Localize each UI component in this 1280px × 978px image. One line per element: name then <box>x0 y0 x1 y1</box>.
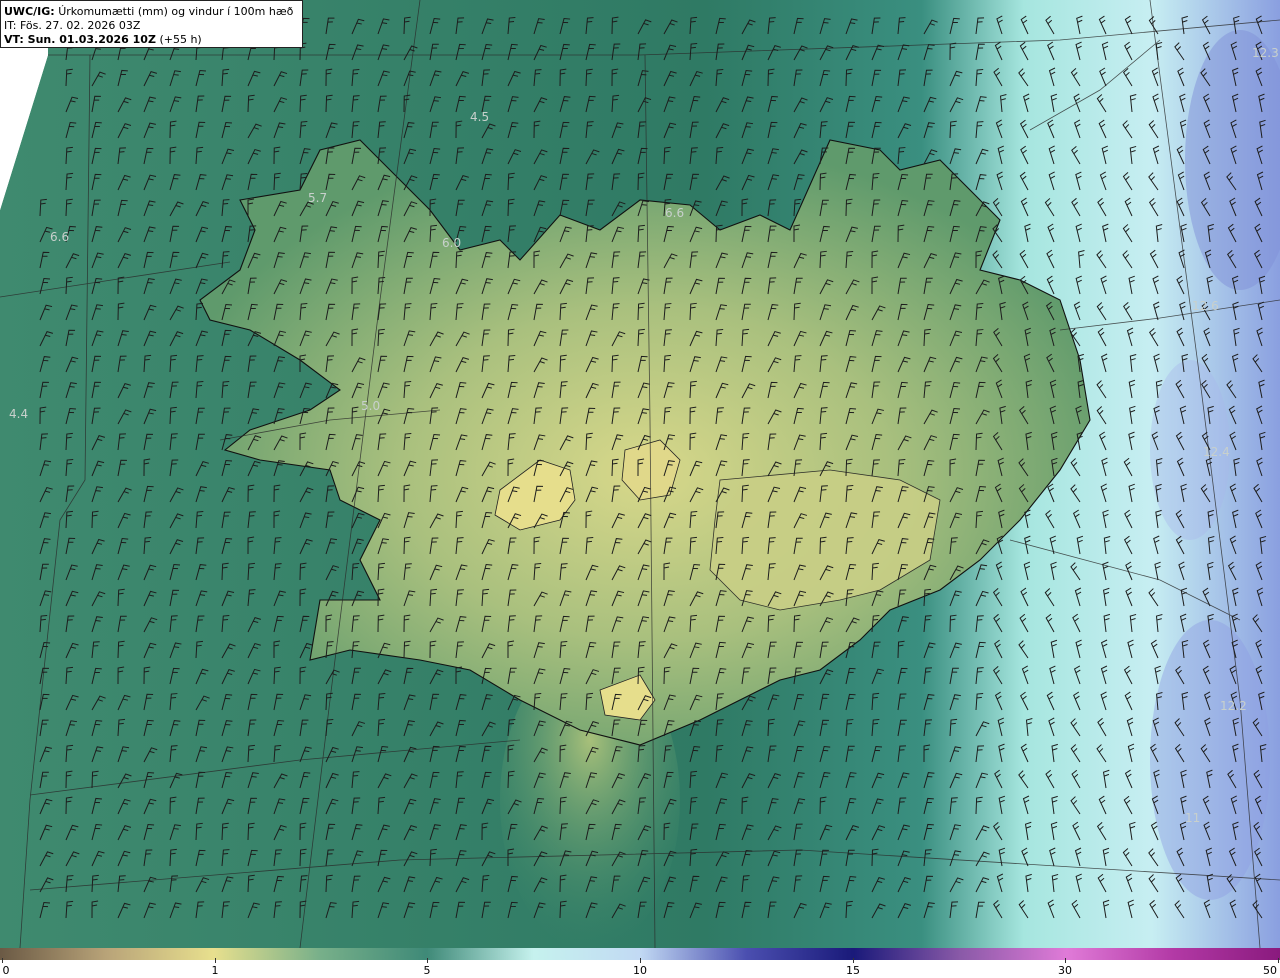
map-label: 4.4 <box>9 407 28 421</box>
map-label: 6.0 <box>442 236 461 250</box>
colorbar-tick <box>853 958 854 963</box>
colorbar-tick-label: 15 <box>846 964 860 977</box>
map-label: 12.4 <box>1203 445 1230 459</box>
map-label: 12.3 <box>1252 46 1279 60</box>
weather-map: 4.5 5.7 6.0 6.6 6.6 4.4 5.0 12.3 12.6 12… <box>0 0 1280 948</box>
colorbar-tick <box>215 958 216 963</box>
colorbar-tick <box>1278 958 1279 963</box>
map-label: 4.5 <box>470 110 489 124</box>
map-label: 5.0 <box>361 399 380 413</box>
forecast-offset: (+55 h) <box>159 33 202 46</box>
colorbar-tick-label: 0 <box>2 964 10 977</box>
colorbar-tick <box>2 958 3 963</box>
map-label: 6.6 <box>50 230 69 244</box>
colorbar-tick-label: 1 <box>211 964 219 977</box>
colorbar-tick <box>640 958 641 963</box>
map-label: 11 <box>1185 811 1200 825</box>
valid-time: VT: Sun. 01.03.2026 10Z <box>4 33 156 46</box>
map-title-box: UWC/IG: Úrkomumætti (mm) og vindur í 100… <box>0 0 303 48</box>
model-name: UWC/IG: <box>4 5 55 18</box>
map-label: 12.2 <box>1220 699 1247 713</box>
colorbar-tick <box>427 958 428 963</box>
colorbar-tick-label: 50 <box>1263 964 1277 977</box>
colorbar-tick <box>1065 958 1066 963</box>
colorbar-tick-label: 30 <box>1058 964 1072 977</box>
issue-time: IT: Fös. 27. 02. 2026 03Z <box>4 19 141 32</box>
map-label: 5.7 <box>308 191 327 205</box>
map-label: 12.6 <box>1192 299 1219 313</box>
colorbar-tick-label: 5 <box>423 964 431 977</box>
map-description: Úrkomumætti (mm) og vindur í 100m hæð <box>58 5 294 18</box>
map-label: 6.6 <box>665 206 684 220</box>
colorbar-tick-label: 10 <box>633 964 647 977</box>
